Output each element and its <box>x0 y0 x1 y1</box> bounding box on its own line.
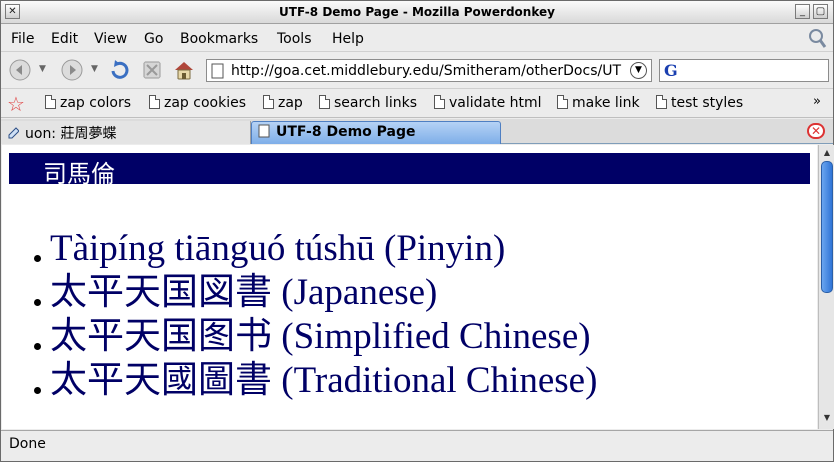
bookmark-make-link[interactable]: make link <box>557 95 640 111</box>
bookmark-label: validate html <box>449 95 542 111</box>
bookmark-page-icon <box>45 95 56 109</box>
menu-file[interactable]: File <box>11 31 34 47</box>
page-icon <box>211 63 224 79</box>
list-item: 太平天国图书 (Simplified Chinese) <box>30 315 597 359</box>
home-icon[interactable] <box>173 59 195 81</box>
bookmark-page-icon <box>319 95 330 109</box>
bookmark-page-icon <box>557 95 568 109</box>
url-text[interactable]: http://goa.cet.middlebury.edu/Smitheram/… <box>231 63 621 79</box>
browser-window: ✕ UTF-8 Demo Page - Mozilla Powerdonkey … <box>0 0 834 462</box>
back-icon[interactable] <box>9 59 31 81</box>
menu-edit[interactable]: Edit <box>51 31 78 47</box>
page-heading: 司馬倫 <box>43 160 115 188</box>
scroll-up-icon[interactable]: ▲ <box>820 146 834 160</box>
list-item: Tàipíng tiānguó túshū (Pinyin) <box>30 227 597 271</box>
page-icon <box>258 124 270 138</box>
vertical-scrollbar[interactable]: ▲ ▼ <box>818 145 834 429</box>
url-dropdown-icon[interactable]: ▼ <box>630 62 647 79</box>
bookmarks-toolbar: ☆ zap colors zap cookies zap search link… <box>1 90 833 118</box>
bookmarks-overflow-icon[interactable]: » <box>813 94 821 109</box>
menu-tools[interactable]: Tools <box>277 31 312 47</box>
list-item: 太平天国図書 (Japanese) <box>30 271 597 315</box>
page-content: 司馬倫 Tàipíng tiānguó túshū (Pinyin) 太平天国図… <box>2 145 817 429</box>
menu-go[interactable]: Go <box>144 31 163 47</box>
page-heading-bar: 司馬倫 <box>9 153 810 188</box>
minimize-icon[interactable]: _ <box>795 4 810 19</box>
back-dropdown-icon[interactable]: ▼ <box>39 64 46 74</box>
title-bar[interactable]: ✕ UTF-8 Demo Page - Mozilla Powerdonkey … <box>1 1 833 24</box>
reload-icon[interactable] <box>109 59 131 81</box>
tab-utf8-demo[interactable]: UTF-8 Demo Page <box>251 121 501 144</box>
bookmark-page-icon <box>434 95 445 109</box>
bookmark-label: make link <box>572 95 640 111</box>
bookmark-label: zap <box>278 95 303 111</box>
bookmark-label: search links <box>334 95 418 111</box>
list-item: 太平天國圖書 (Traditional Chinese) <box>30 359 597 403</box>
bookmark-label: zap colors <box>60 95 132 111</box>
status-bar: Done <box>1 430 833 461</box>
navigation-toolbar: ▼ ▼ http://goa.cet.middlebury.edu/Smithe… <box>1 53 833 89</box>
bookmark-validate-html[interactable]: validate html <box>434 95 542 111</box>
bookmark-page-icon <box>149 95 160 109</box>
bookmark-zap[interactable]: zap <box>263 95 303 111</box>
bookmark-page-icon <box>263 95 274 109</box>
window-title: UTF-8 Demo Page - Mozilla Powerdonkey <box>279 5 555 19</box>
stop-icon[interactable] <box>141 59 163 81</box>
tab-label: UTF-8 Demo Page <box>276 124 416 140</box>
bookmark-test-styles[interactable]: test styles <box>656 95 743 111</box>
tab-zhuangzi[interactable]: uon: 莊周夢蝶 <box>1 121 251 144</box>
close-tab-icon[interactable]: ✕ <box>807 123 825 139</box>
menu-help[interactable]: Help <box>332 31 364 47</box>
bookmark-page-icon <box>656 95 667 109</box>
bookmark-search-links[interactable]: search links <box>319 95 417 111</box>
menu-bar: File Edit View Go Bookmarks Tools Help <box>1 25 833 52</box>
search-bar[interactable]: G <box>659 59 829 82</box>
maximize-icon[interactable]: ▢ <box>813 4 828 19</box>
menu-bookmarks[interactable]: Bookmarks <box>180 31 258 47</box>
menu-view[interactable]: View <box>94 31 127 47</box>
url-bar[interactable]: http://goa.cet.middlebury.edu/Smitheram/… <box>206 59 652 82</box>
title-list: Tàipíng tiānguó túshū (Pinyin) 太平天国図書 (J… <box>30 227 597 403</box>
status-text: Done <box>9 436 46 452</box>
forward-dropdown-icon[interactable]: ▼ <box>91 64 98 74</box>
bookmark-star-icon[interactable]: ☆ <box>7 92 25 116</box>
forward-icon[interactable] <box>61 59 83 81</box>
bookmark-zap-cookies[interactable]: zap cookies <box>149 95 246 111</box>
search-engine-icon[interactable]: G <box>664 61 678 80</box>
edit-page-icon <box>8 127 19 139</box>
tab-label: uon: 莊周夢蝶 <box>25 126 117 142</box>
tab-strip: uon: 莊周夢蝶 UTF-8 Demo Page ✕ <box>1 119 833 144</box>
bookmark-label: test styles <box>671 95 744 111</box>
bookmark-label: zap cookies <box>164 95 246 111</box>
scroll-down-icon[interactable]: ▼ <box>820 411 834 425</box>
bookmark-zap-colors[interactable]: zap colors <box>45 95 131 111</box>
scrollbar-thumb[interactable] <box>821 161 833 293</box>
throbber-icon <box>809 29 827 48</box>
